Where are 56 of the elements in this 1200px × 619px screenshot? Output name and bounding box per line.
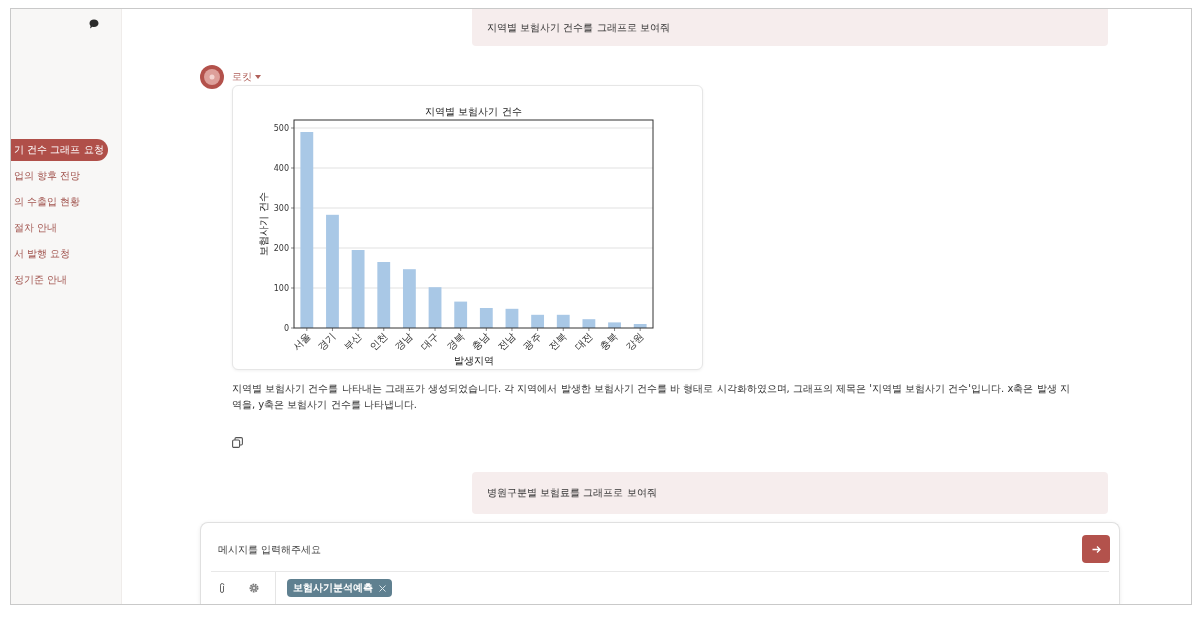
chart-bar xyxy=(403,269,416,328)
close-icon[interactable] xyxy=(379,584,386,592)
composer-panel[interactable]: 메시지를 입력해주세요 보험사기분석예측 xyxy=(200,522,1120,604)
chart-bar xyxy=(608,322,621,328)
conversation-item[interactable]: 업의 향후 전망 xyxy=(11,165,108,187)
chart-bar xyxy=(454,301,468,328)
chart-bar xyxy=(633,324,647,328)
arrow-icon xyxy=(1091,544,1101,554)
avatar-icon xyxy=(200,65,224,89)
chart-title: 지역별 보험사기 건수 xyxy=(425,106,522,117)
chart-bar xyxy=(505,308,519,328)
user-message: 병원구분별 보험료를 그래프로 보여줘 xyxy=(472,472,1108,514)
conversation-item[interactable]: 정기준 안내 xyxy=(11,269,108,291)
chat-bubble-icon[interactable] xyxy=(89,19,99,29)
tick-label: 충북 xyxy=(598,330,620,353)
tick-label: 인천 xyxy=(367,330,390,353)
tick-label: 부산 xyxy=(341,330,364,353)
conversation-item[interactable]: 기 건수 그래프 요청 xyxy=(11,139,108,161)
conversation-item[interactable]: 절차 안내 xyxy=(11,217,108,239)
user-message: 지역별 보험사기 건수를 그래프로 보여줘 xyxy=(472,9,1108,46)
chart-bar xyxy=(428,287,442,328)
tag-label: 보험사기분석예측 xyxy=(293,581,373,595)
tick-label: 서울 xyxy=(290,330,313,353)
chart-bar xyxy=(531,314,544,328)
tick-label: 0 xyxy=(283,324,289,333)
conversation-item[interactable]: 의 수출입 현황 xyxy=(11,191,108,213)
model-dropdown[interactable]: 로킷 xyxy=(232,69,261,85)
tick-label: 전북 xyxy=(546,330,569,353)
settings-icon[interactable] xyxy=(249,583,259,593)
tick-label: 전남 xyxy=(495,330,518,353)
paperclip-icon[interactable] xyxy=(218,582,226,594)
tick-label: 강원 xyxy=(623,330,646,353)
axis-label: 보험사기 건수 xyxy=(258,192,269,256)
chart-bar xyxy=(479,308,493,328)
caret-icon xyxy=(255,75,261,79)
tick-label: 경북 xyxy=(444,330,467,353)
message-input[interactable]: 메시지를 입력해주세요 xyxy=(218,535,1074,563)
copy-icon[interactable] xyxy=(232,437,243,448)
tick-label: 400 xyxy=(273,164,289,173)
tick-label: 대전 xyxy=(572,330,595,353)
tick-label: 경기 xyxy=(315,330,338,353)
tick-label: 500 xyxy=(273,124,289,133)
conversation-item[interactable]: 서 발행 요청 xyxy=(11,243,108,265)
chart-bar xyxy=(377,262,391,328)
tick-label: 300 xyxy=(273,204,289,213)
tick-label: 충남 xyxy=(469,330,492,353)
chart-bar xyxy=(582,319,596,328)
chart-bar xyxy=(556,314,570,328)
assistant-message-text: 지역별 보험사기 건수를 나타내는 그래프가 생성되었습니다. 각 지역에서 발생한 보험사기 건수를 바 형태로 시각화하였으며, 그래프의 제목은 '지역별 보험사기 건수'입니다. x축은 발생 지역을, y축은 보험사기 건수를 나타냅니다. xyxy=(232,382,1071,412)
send-button[interactable] xyxy=(1082,535,1110,563)
axis-label: 발생지역 xyxy=(453,355,494,366)
tick-label: 대구 xyxy=(418,330,441,353)
tick-label: 경남 xyxy=(392,330,415,353)
tick-label: 200 xyxy=(273,244,289,253)
tick-label: 광주 xyxy=(521,330,543,353)
tick-label: 100 xyxy=(273,284,289,293)
